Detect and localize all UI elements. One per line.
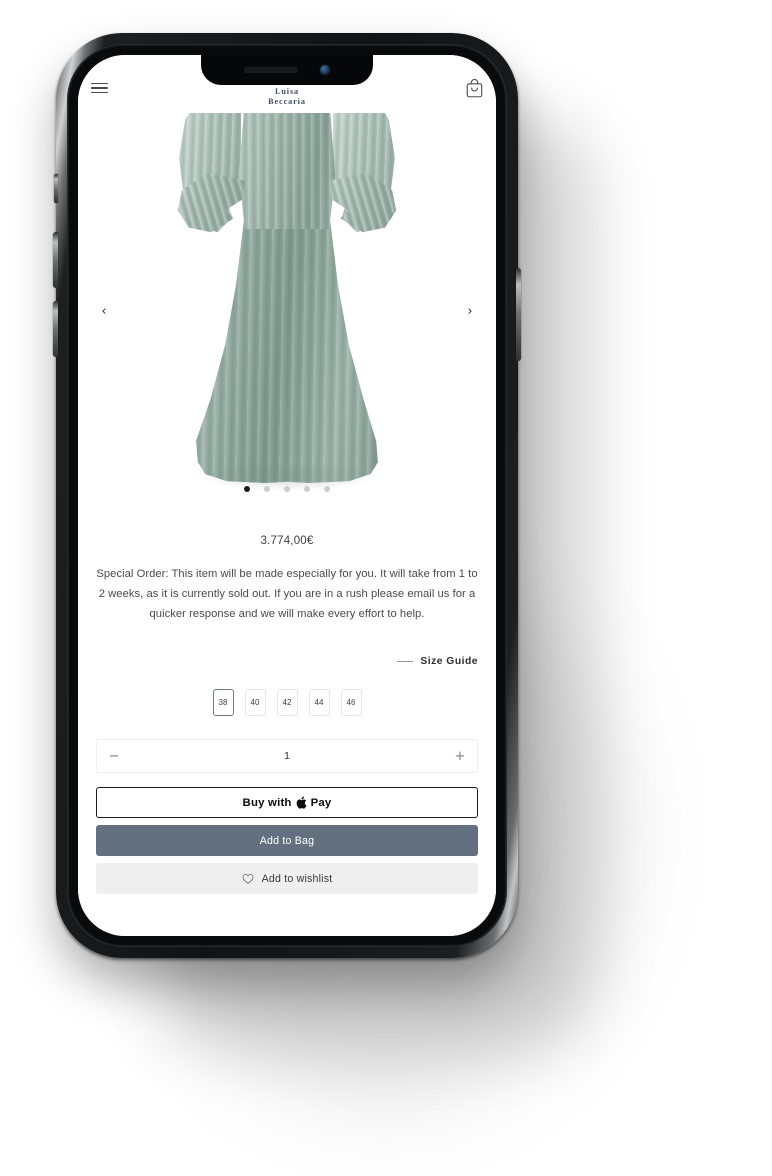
add-to-wishlist-label: Add to wishlist xyxy=(261,872,333,885)
size-guide-dash-icon xyxy=(397,661,414,663)
apple-pay-suffix-label: Pay xyxy=(310,796,332,809)
dress-bodice-shape xyxy=(239,113,335,229)
brand-name-line-1: Luisa xyxy=(274,86,300,96)
carousel-prev-arrow[interactable]: ‹ xyxy=(93,300,115,322)
hamburger-line xyxy=(91,92,108,94)
carousel-dots xyxy=(244,486,330,492)
carousel-next-arrow[interactable]: › xyxy=(459,300,481,322)
size-option-42[interactable]: 42 xyxy=(276,689,298,717)
apple-pay-prefix-label: Buy with xyxy=(242,796,292,809)
hamburger-line xyxy=(91,87,108,89)
size-option-38[interactable]: 38 xyxy=(212,689,234,717)
product-detail-page: Luisa Beccaria ‹ › 3.774,00€ Special Ord… xyxy=(78,55,496,936)
product-info: 3.774,00€ Special Order: This item will … xyxy=(78,509,496,924)
buy-with-apple-pay-button[interactable]: Buy with Pay xyxy=(96,787,478,819)
silent-switch-button[interactable] xyxy=(54,174,58,203)
quantity-value[interactable]: 1 xyxy=(131,750,443,762)
action-buttons: Buy with Pay Add to Bag Add to wishlist xyxy=(96,787,478,895)
scene: Luisa Beccaria ‹ › 3.774,00€ Special Ord… xyxy=(0,0,772,1176)
brand-name-line-2: Beccaria xyxy=(268,96,306,106)
shopping-bag-icon[interactable] xyxy=(466,78,483,98)
size-guide-label: Size Guide xyxy=(420,656,478,668)
power-button[interactable] xyxy=(516,268,521,361)
volume-down-button[interactable] xyxy=(53,301,58,357)
product-price: 3.774,00€ xyxy=(260,535,314,547)
size-option-44[interactable]: 44 xyxy=(308,689,330,717)
carousel-dot[interactable] xyxy=(284,486,290,492)
size-option-46[interactable]: 46 xyxy=(340,689,362,717)
add-to-wishlist-button[interactable]: Add to wishlist xyxy=(96,863,478,895)
product-image-carousel[interactable]: ‹ › xyxy=(78,113,496,509)
carousel-dot[interactable] xyxy=(264,486,270,492)
product-image xyxy=(177,113,397,499)
phone-bezel: Luisa Beccaria ‹ › 3.774,00€ Special Ord… xyxy=(67,44,507,947)
hamburger-line xyxy=(91,82,108,84)
heart-icon xyxy=(242,873,254,884)
phone-screen: Luisa Beccaria ‹ › 3.774,00€ Special Ord… xyxy=(78,55,496,936)
carousel-dot[interactable] xyxy=(244,486,250,492)
hamburger-menu-icon[interactable] xyxy=(91,82,108,94)
quantity-decrement-button[interactable]: − xyxy=(97,740,131,772)
front-camera-icon xyxy=(320,65,330,75)
size-guide-link[interactable]: Size Guide xyxy=(86,656,488,667)
earpiece-speaker-icon xyxy=(244,67,298,73)
quantity-increment-button[interactable]: + xyxy=(443,740,477,772)
carousel-dot[interactable] xyxy=(324,486,330,492)
product-description: Special Order: This item will be made es… xyxy=(96,568,478,620)
apple-logo-icon xyxy=(296,796,307,810)
carousel-dot[interactable] xyxy=(304,486,310,492)
size-selector: 38 40 42 44 46 xyxy=(86,689,488,717)
size-option-40[interactable]: 40 xyxy=(244,689,266,717)
phone-device-frame: Luisa Beccaria ‹ › 3.774,00€ Special Ord… xyxy=(53,33,521,958)
add-to-bag-button[interactable]: Add to Bag xyxy=(96,825,478,857)
quantity-stepper: − 1 + xyxy=(96,739,478,774)
volume-up-button[interactable] xyxy=(53,232,58,288)
phone-notch xyxy=(201,55,373,85)
bottom-spacer xyxy=(86,894,488,924)
